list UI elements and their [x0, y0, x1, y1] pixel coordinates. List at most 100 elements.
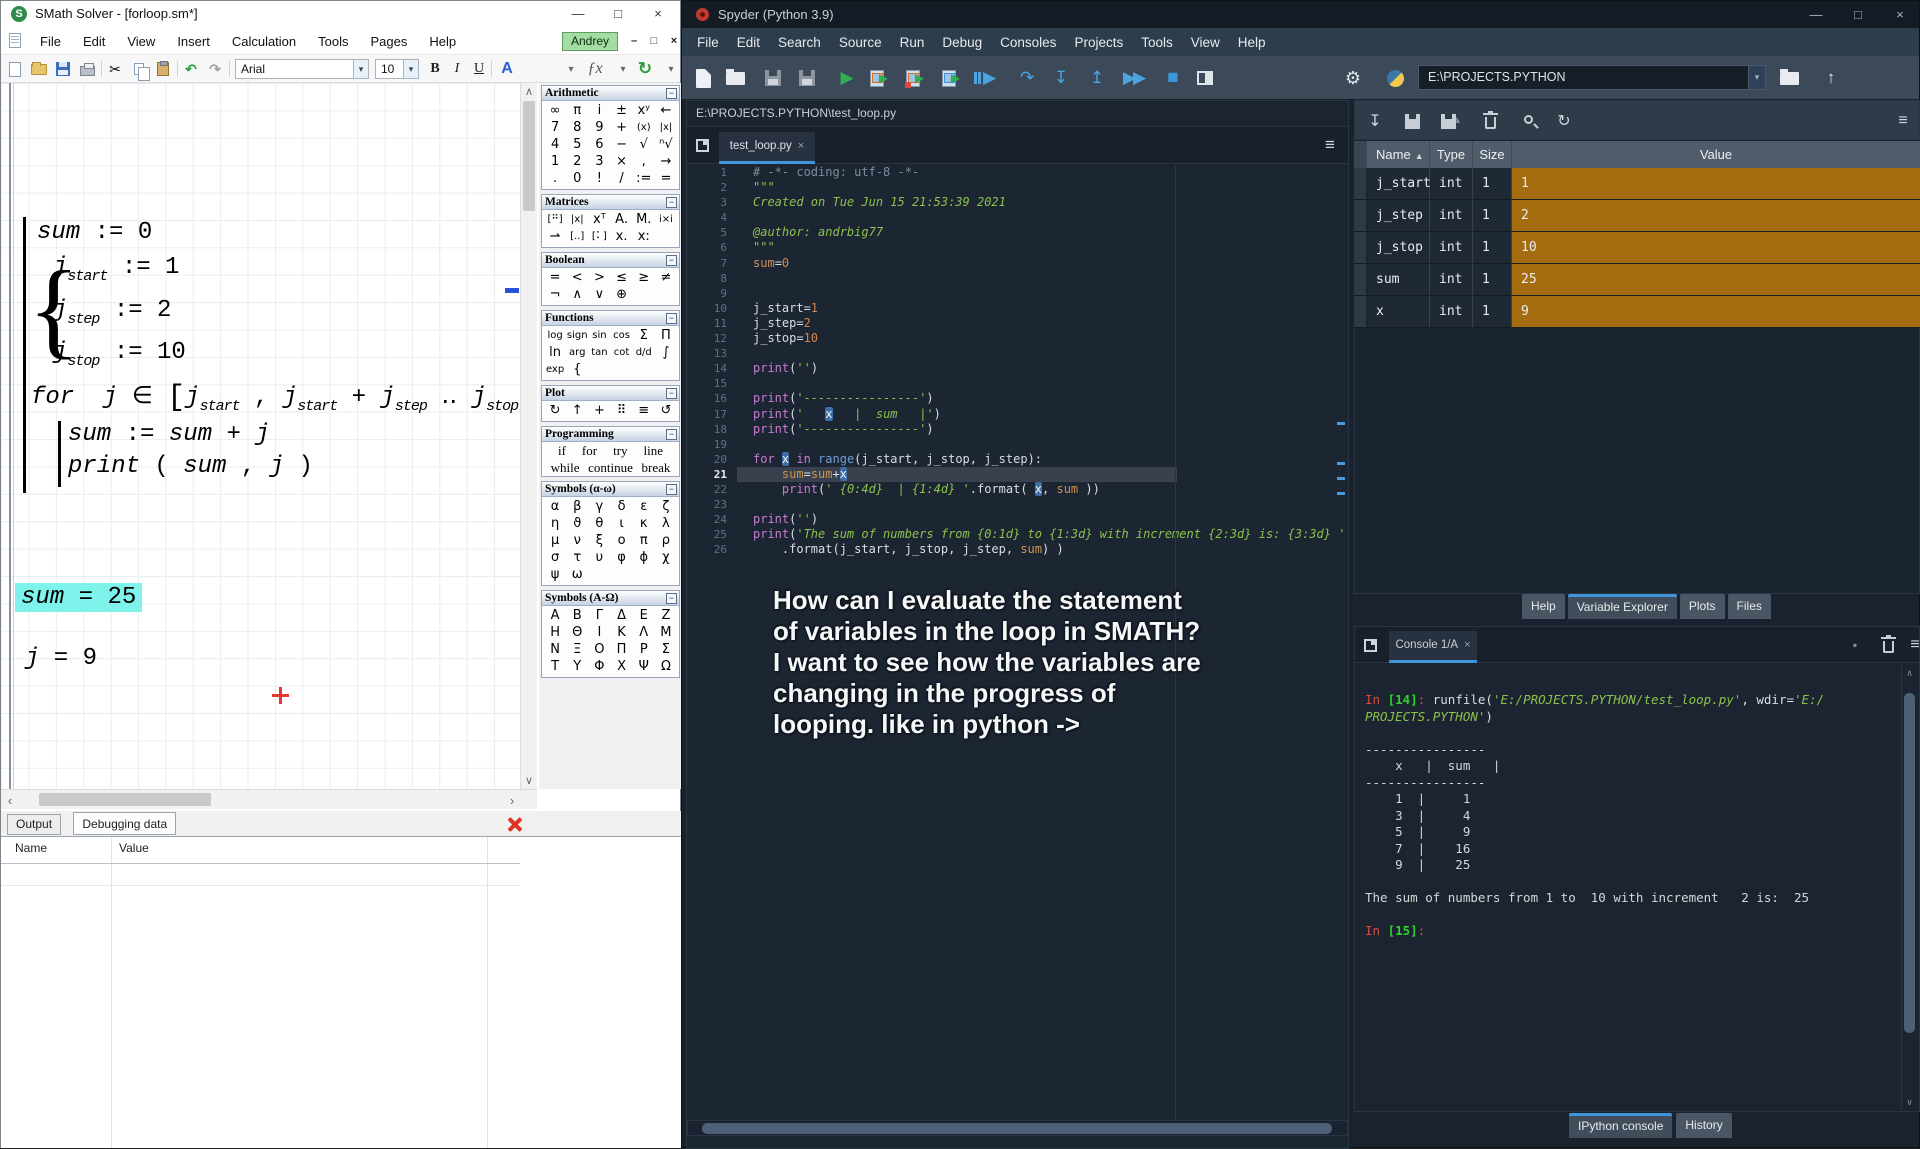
chevron-down-icon[interactable]: ▾: [353, 60, 368, 78]
palette-item-Κ[interactable]: Κ: [610, 624, 632, 641]
palette-item-Ε[interactable]: Ε: [633, 607, 655, 624]
palette-item-∨[interactable]: ∨: [588, 286, 610, 303]
account-button[interactable]: Andrey: [562, 32, 618, 51]
maximize-icon[interactable]: □: [1837, 1, 1879, 28]
palette-item-↑[interactable]: ↑: [566, 402, 588, 419]
cell[interactable]: int: [1430, 296, 1473, 327]
palette-item-x:[interactable]: x:: [633, 228, 655, 245]
palette-item-Υ[interactable]: Υ: [566, 658, 588, 675]
value-cell[interactable]: 10: [1512, 232, 1920, 263]
insert-function-button[interactable]: ƒx: [585, 59, 605, 79]
minimize-icon[interactable]: —: [559, 3, 597, 24]
palette-item-ε[interactable]: ε: [633, 498, 655, 515]
palette-item-3[interactable]: 3: [588, 153, 610, 170]
save-data-button[interactable]: [1400, 109, 1424, 133]
palette-item-5[interactable]: 5: [566, 136, 588, 153]
palette-item-Ν[interactable]: Ν: [544, 641, 566, 658]
palette-item-|x|[interactable]: |x|: [566, 211, 588, 228]
menu-item-projects[interactable]: Projects: [1065, 35, 1132, 50]
palette-item-σ[interactable]: σ: [544, 549, 566, 566]
math-body-print[interactable]: print ( sum , j ): [68, 453, 313, 480]
math-def-jstep[interactable]: jstep := 2: [53, 297, 171, 328]
palette-item-∧[interactable]: ∧: [566, 286, 588, 303]
remove-variables-button[interactable]: [1478, 109, 1502, 133]
palette-item-ω[interactable]: ω: [566, 566, 588, 583]
palette-item-√[interactable]: √: [633, 136, 655, 153]
palette-item-Δ[interactable]: Δ: [610, 607, 632, 624]
refresh-button[interactable]: ↻: [1552, 109, 1576, 133]
menu-item-view[interactable]: View: [1182, 35, 1229, 50]
cell[interactable]: 1: [1473, 200, 1512, 231]
cell[interactable]: int: [1430, 168, 1473, 199]
palette-item-=[interactable]: =: [655, 170, 677, 187]
scroll-thumb[interactable]: [1904, 693, 1915, 1033]
palette-item-≠[interactable]: ≠: [655, 269, 677, 286]
cell[interactable]: int: [1430, 264, 1473, 295]
cell[interactable]: j_step: [1367, 200, 1430, 231]
palette-item-≥[interactable]: ≥: [633, 269, 655, 286]
collapse-icon[interactable]: −: [666, 484, 677, 495]
tab-output[interactable]: Output: [7, 814, 61, 835]
palette-item-±[interactable]: ±: [610, 102, 632, 119]
palette-item-Σ[interactable]: Σ: [633, 327, 655, 344]
palette-item-Β[interactable]: Β: [566, 607, 588, 624]
palette-item-=[interactable]: =: [544, 269, 566, 286]
console-scrollbar[interactable]: ∧ ∨: [1901, 665, 1916, 1110]
menu-item-source[interactable]: Source: [830, 35, 891, 50]
parent-directory-button[interactable]: ↑: [1818, 65, 1844, 91]
variable-row-j_step[interactable]: j_stepint12: [1354, 200, 1920, 232]
editor-hscrollbar[interactable]: [687, 1120, 1348, 1136]
italic-button[interactable]: I: [447, 59, 467, 79]
palette-item-<[interactable]: <: [566, 269, 588, 286]
palette-item-×[interactable]: ×: [610, 153, 632, 170]
palette-item-Α[interactable]: Α: [544, 607, 566, 624]
palette-item-←[interactable]: ←: [655, 102, 677, 119]
collapse-icon[interactable]: −: [666, 255, 677, 266]
tab-history[interactable]: History: [1676, 1113, 1731, 1138]
palette-item-ι[interactable]: ι: [610, 515, 632, 532]
cell[interactable]: int: [1430, 200, 1473, 231]
overflow-icon[interactable]: ▾: [561, 59, 581, 79]
palette-item-δ[interactable]: δ: [610, 498, 632, 515]
debug-button[interactable]: ▶: [972, 65, 998, 91]
palette-item-Θ[interactable]: Θ: [566, 624, 588, 641]
chevron-down-icon[interactable]: ▾: [1748, 66, 1765, 89]
palette-item-2[interactable]: 2: [566, 153, 588, 170]
palette-item-Ψ[interactable]: Ψ: [633, 658, 655, 675]
palette-item-xʸ[interactable]: xʸ: [633, 102, 655, 119]
palette-item-/[interactable]: /: [610, 170, 632, 187]
palette-item-⠿[interactable]: ⠿: [610, 402, 632, 419]
header-value[interactable]: Value: [1512, 141, 1920, 168]
palette-item-ln[interactable]: ln: [544, 344, 566, 361]
cell[interactable]: int: [1430, 232, 1473, 263]
open-file-button[interactable]: [722, 65, 748, 91]
menu-item-edit[interactable]: Edit: [728, 35, 769, 50]
overflow-icon[interactable]: ▾: [661, 59, 681, 79]
browse-directory-button[interactable]: [1776, 65, 1802, 91]
palette-item-∫[interactable]: ∫: [655, 344, 677, 361]
palette-item-≤[interactable]: ≤: [610, 269, 632, 286]
menu-item-edit[interactable]: Edit: [72, 34, 116, 49]
tab-debugging-data[interactable]: Debugging data: [73, 812, 176, 835]
header-type[interactable]: Type: [1430, 141, 1473, 168]
step-into-button[interactable]: ↧: [1048, 65, 1074, 91]
save-button[interactable]: [760, 65, 786, 91]
cell[interactable]: [1354, 200, 1367, 231]
collapse-icon[interactable]: −: [666, 388, 677, 399]
ipython-console[interactable]: In [14]: runfile('E:/PROJECTS.PYTHON/tes…: [1354, 663, 1920, 1112]
interrupt-kernel-icon[interactable]: ▪: [1843, 633, 1867, 657]
browse-tabs-button[interactable]: [689, 132, 715, 158]
stop-button[interactable]: ■: [1160, 65, 1186, 91]
palette-item-ο[interactable]: ο: [610, 532, 632, 549]
palette-item-arg[interactable]: arg: [566, 344, 588, 361]
continue-button[interactable]: ▶▶: [1120, 65, 1146, 91]
palette-item-∞[interactable]: ∞: [544, 102, 566, 119]
recalculate-button[interactable]: ↻: [635, 59, 655, 79]
collapse-icon[interactable]: −: [666, 593, 677, 604]
import-data-button[interactable]: ↧: [1363, 109, 1387, 133]
maximize-pane-button[interactable]: [1192, 65, 1218, 91]
menu-item-help[interactable]: Help: [1229, 35, 1275, 50]
palette-item-:=[interactable]: :=: [633, 170, 655, 187]
variable-row-x[interactable]: xint19: [1354, 296, 1920, 328]
scroll-up-icon[interactable]: ∧: [521, 85, 537, 98]
